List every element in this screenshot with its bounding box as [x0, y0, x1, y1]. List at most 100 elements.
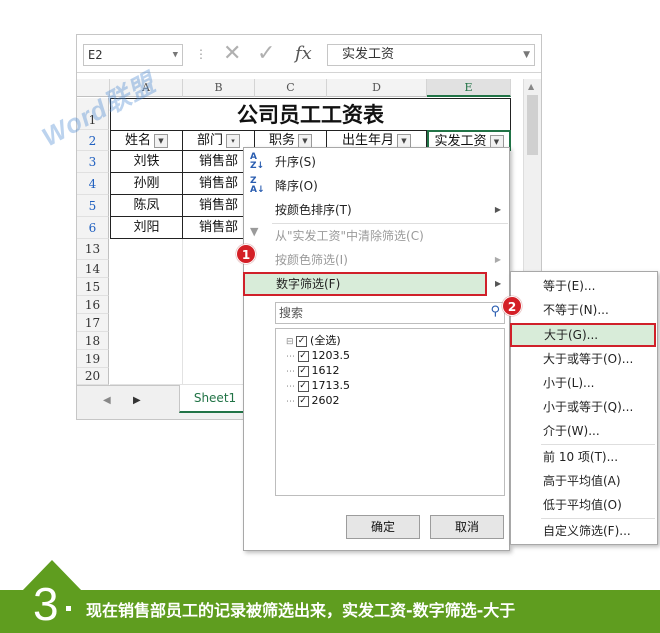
- clear-filter-icon: ▼: [250, 225, 259, 238]
- submenu-item-less-or-equal[interactable]: 小于或等于(Q)...: [511, 395, 657, 419]
- clear-filter-item[interactable]: ▼ 从"实发工资"中清除筛选(C): [244, 224, 509, 248]
- scroll-up-icon[interactable]: ▲: [528, 82, 534, 91]
- filter-search-input[interactable]: 搜索 ⚲: [275, 302, 505, 324]
- list-item[interactable]: ⋯ ✓ 2602: [286, 393, 340, 408]
- list-item[interactable]: ⋯ ✓ 1203.5: [286, 348, 350, 363]
- table-title: 公司员工工资表: [110, 98, 511, 130]
- table-cell[interactable]: 刘铁: [110, 151, 183, 173]
- sort-descending-item[interactable]: Z A↓ 降序(O): [244, 174, 509, 198]
- submenu-arrow-icon: ▶: [495, 279, 502, 288]
- tree-line: ⊟: [286, 337, 293, 347]
- row-header[interactable]: 19: [77, 350, 109, 368]
- menu-label: 按颜色排序(T): [275, 203, 352, 217]
- column-header-c[interactable]: C: [255, 79, 327, 97]
- submenu-arrow-icon: ▶: [494, 255, 501, 264]
- formula-bar-grip-icon: ⋮: [195, 47, 207, 61]
- row-header[interactable]: 6: [77, 217, 109, 239]
- table-cell[interactable]: 刘阳: [110, 217, 183, 239]
- submenu-item-greater-than[interactable]: 大于(G)...: [510, 323, 656, 347]
- step-badge-1: 1: [236, 244, 256, 264]
- tree-line: ⋯: [286, 352, 295, 362]
- row-header[interactable]: 15: [77, 278, 109, 296]
- enter-check-icon[interactable]: ✓: [257, 41, 275, 67]
- submenu-item-custom-filter[interactable]: 自定义筛选(F)...: [511, 519, 657, 543]
- sort-ascending-icon: A Z↓: [250, 152, 265, 171]
- number-filters-submenu: 等于(E)... 不等于(N)... 大于(G)... 大于或等于(O)... …: [510, 271, 658, 545]
- list-item-label: (全选): [310, 334, 341, 347]
- submenu-item-between[interactable]: 介于(W)...: [511, 419, 657, 443]
- checkbox-checked-icon[interactable]: ✓: [297, 395, 309, 407]
- sort-ascending-item[interactable]: A Z↓ 升序(S): [244, 150, 509, 174]
- column-header-d[interactable]: D: [327, 79, 427, 97]
- menu-label: 从"实发工资"中清除筛选(C): [275, 229, 424, 243]
- prev-sheet-icon[interactable]: ◀: [103, 395, 111, 406]
- row-header[interactable]: 13: [77, 239, 109, 260]
- submenu-item-not-equals[interactable]: 不等于(N)...: [511, 298, 657, 322]
- submenu-item-less-than[interactable]: 小于(L)...: [511, 371, 657, 395]
- list-item-label: 1203.5: [311, 349, 351, 362]
- row-header[interactable]: 20: [77, 368, 109, 385]
- empty-cells[interactable]: [110, 239, 183, 385]
- menu-label: 按颜色筛选(I): [275, 253, 348, 267]
- ok-button[interactable]: 确定: [346, 515, 420, 539]
- cancel-button[interactable]: 取消: [430, 515, 504, 539]
- filter-dropdown-icon[interactable]: ▼: [397, 133, 411, 148]
- checkbox-checked-icon[interactable]: ✓: [297, 365, 309, 377]
- menu-label: 数字筛选(F): [276, 277, 341, 291]
- row-header[interactable]: 16: [77, 296, 109, 314]
- header-label: 姓名: [124, 133, 151, 148]
- filter-dropdown-icon[interactable]: ▼: [154, 133, 168, 148]
- list-item[interactable]: ⋯ ✓ 1713.5: [286, 378, 350, 393]
- checkbox-checked-icon[interactable]: ✓: [296, 335, 308, 347]
- filter-applied-icon[interactable]: ▾: [226, 133, 240, 148]
- row-header[interactable]: 17: [77, 314, 109, 332]
- sort-by-color-item[interactable]: 按颜色排序(T) ▶: [244, 198, 509, 222]
- submenu-item-above-average[interactable]: 高于平均值(A): [511, 469, 657, 493]
- submenu-item-equals[interactable]: 等于(E)...: [511, 274, 657, 298]
- header-cell-name[interactable]: 姓名 ▼: [110, 130, 183, 151]
- list-item-label: 2602: [311, 394, 340, 407]
- column-header-e[interactable]: E: [427, 79, 511, 97]
- filter-dropdown-icon[interactable]: ▼: [298, 133, 312, 148]
- caption-step-number: 3: [33, 578, 59, 630]
- table-cell[interactable]: 陈凤: [110, 195, 183, 217]
- sheet-tab[interactable]: Sheet1: [179, 385, 251, 413]
- insert-function-icon[interactable]: fx: [295, 41, 312, 67]
- scroll-thumb[interactable]: [527, 95, 538, 155]
- list-item[interactable]: ⋯ ✓ 1612: [286, 363, 340, 378]
- tree-line: ⋯: [286, 397, 295, 407]
- next-sheet-icon[interactable]: ▶: [133, 395, 141, 406]
- submenu-item-below-average[interactable]: 低于平均值(O): [511, 493, 657, 517]
- chevron-down-icon[interactable]: ▼: [523, 45, 530, 65]
- filter-by-color-item[interactable]: 按颜色筛选(I) ▶: [244, 248, 509, 272]
- search-icon: ⚲: [490, 304, 500, 319]
- menu-label: 降序(O): [275, 179, 318, 193]
- tree-line: ⋯: [286, 382, 295, 392]
- caption-text: 现在销售部员工的记录被筛选出来，实发工资-数字筛选-大于: [86, 601, 516, 620]
- submenu-item-top-10[interactable]: 前 10 项(T)...: [511, 445, 657, 469]
- row-header[interactable]: 5: [77, 195, 109, 217]
- column-header-b[interactable]: B: [183, 79, 255, 97]
- name-box[interactable]: E2 ▼: [83, 44, 183, 66]
- list-item[interactable]: ⊟ ✓ (全选): [286, 333, 341, 348]
- header-label: 职务: [268, 133, 295, 148]
- list-item-label: 1713.5: [311, 379, 351, 392]
- chevron-down-icon[interactable]: ▼: [173, 45, 178, 65]
- tree-line: ⋯: [286, 367, 295, 377]
- autofilter-dropdown: A Z↓ 升序(S) Z A↓ 降序(O) 按颜色排序(T) ▶ ▼ 从"实发工资"中清除筛…: [243, 147, 510, 551]
- formula-input[interactable]: 实发工资 ▼: [327, 44, 535, 66]
- sort-descending-icon: Z A↓: [250, 176, 265, 195]
- cancel-icon[interactable]: ✕: [223, 41, 241, 67]
- search-placeholder: 搜索: [279, 306, 304, 320]
- table-cell[interactable]: 孙刚: [110, 173, 183, 195]
- filter-value-list[interactable]: ⊟ ✓ (全选) ⋯ ✓ 1203.5 ⋯ ✓ 1612 ⋯ ✓ 1713.5 ⋯ ✓ 2…: [275, 328, 505, 496]
- number-filters-item[interactable]: 数字筛选(F): [243, 272, 487, 296]
- checkbox-checked-icon[interactable]: ✓: [297, 350, 309, 362]
- submenu-item-greater-or-equal[interactable]: 大于或等于(O)...: [511, 347, 657, 371]
- checkbox-checked-icon[interactable]: ✓: [297, 380, 309, 392]
- row-header[interactable]: 3: [77, 151, 109, 173]
- row-header[interactable]: 4: [77, 173, 109, 195]
- row-header[interactable]: 18: [77, 332, 109, 350]
- row-header[interactable]: 14: [77, 260, 109, 278]
- submenu-arrow-icon: ▶: [494, 205, 501, 214]
